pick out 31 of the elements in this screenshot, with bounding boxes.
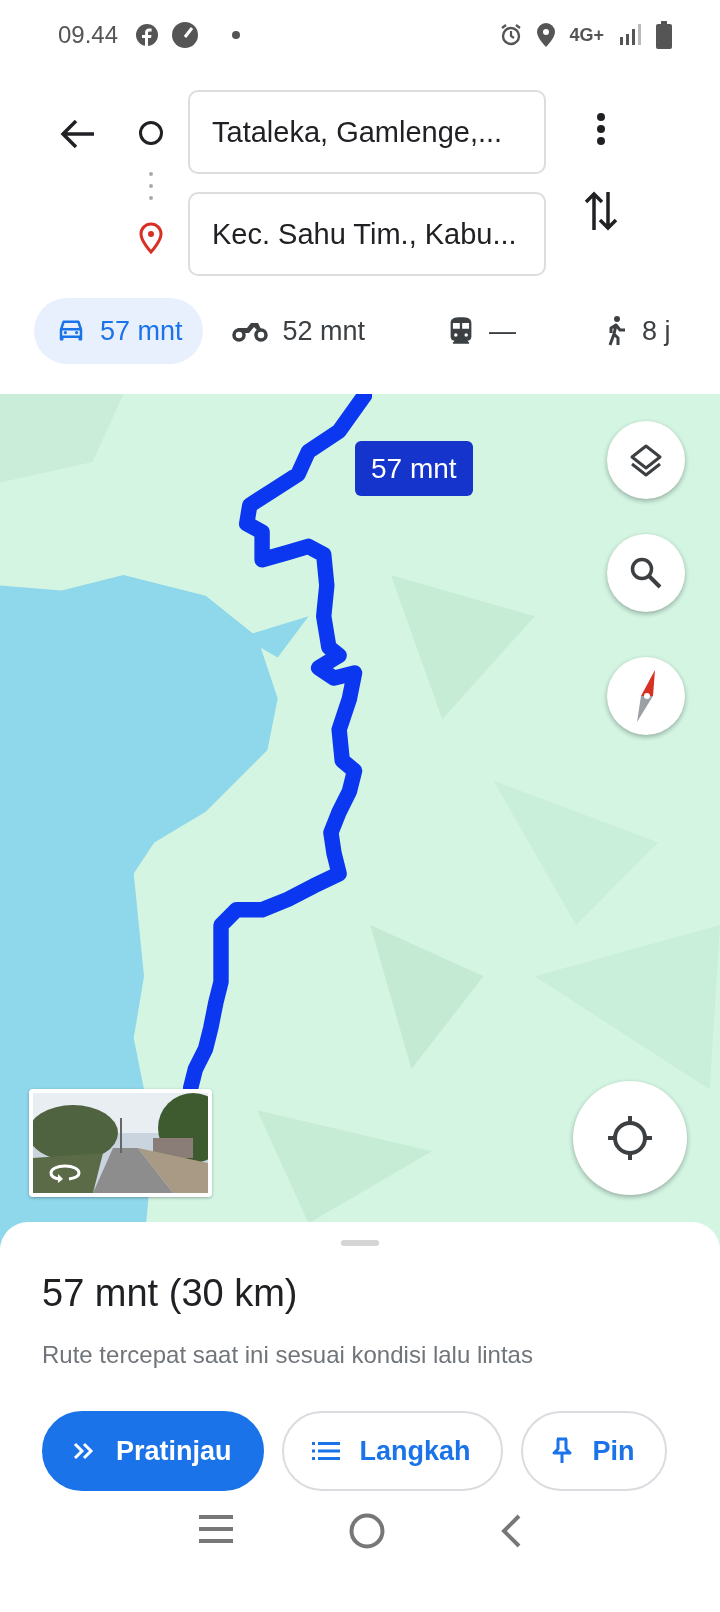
pin-button[interactable]: Pin bbox=[520, 1411, 667, 1491]
travel-mode-tab[interactable]: 57 mnt bbox=[34, 298, 203, 364]
travel-mode-tab[interactable]: 8 j bbox=[582, 298, 691, 364]
battery-icon bbox=[656, 21, 672, 49]
recent-apps-icon[interactable] bbox=[197, 1513, 235, 1545]
motorcycle-icon bbox=[230, 320, 269, 342]
double-chevron-icon bbox=[72, 1441, 96, 1461]
more-options-icon[interactable] bbox=[596, 112, 606, 146]
back-arrow-icon[interactable] bbox=[60, 118, 96, 150]
speedometer-icon bbox=[172, 22, 199, 48]
origin-field[interactable]: Tataleka, Gamlenge,... bbox=[188, 90, 546, 174]
location-icon bbox=[537, 23, 556, 47]
home-icon[interactable] bbox=[349, 1513, 385, 1549]
travel-mode-tab[interactable]: — bbox=[425, 298, 537, 364]
notification-dot-icon bbox=[232, 31, 241, 39]
route-description: Rute tercepat saat ini sesuai kondisi lalu lintas bbox=[42, 1341, 534, 1369]
status-time: 09.44 bbox=[58, 21, 119, 49]
steps-button[interactable]: Langkah bbox=[281, 1411, 503, 1491]
origin-circle-icon bbox=[138, 120, 164, 146]
facebook-icon bbox=[136, 24, 159, 46]
destination-field[interactable]: Kec. Sahu Tim., Kabu... bbox=[188, 192, 546, 276]
preview-button[interactable]: Pratinjau bbox=[42, 1411, 264, 1491]
list-icon bbox=[311, 1441, 340, 1461]
swap-arrows-icon[interactable] bbox=[584, 190, 618, 232]
route-summary: 57 mnt (30 km) bbox=[42, 1272, 299, 1315]
travel-mode-tab[interactable]: 52 mnt bbox=[208, 298, 386, 364]
back-icon[interactable] bbox=[499, 1513, 523, 1549]
destination-pin-icon bbox=[138, 222, 164, 254]
network-type: 4G+ bbox=[569, 24, 604, 46]
signal-icon bbox=[618, 23, 642, 47]
pushpin-icon bbox=[550, 1437, 573, 1465]
